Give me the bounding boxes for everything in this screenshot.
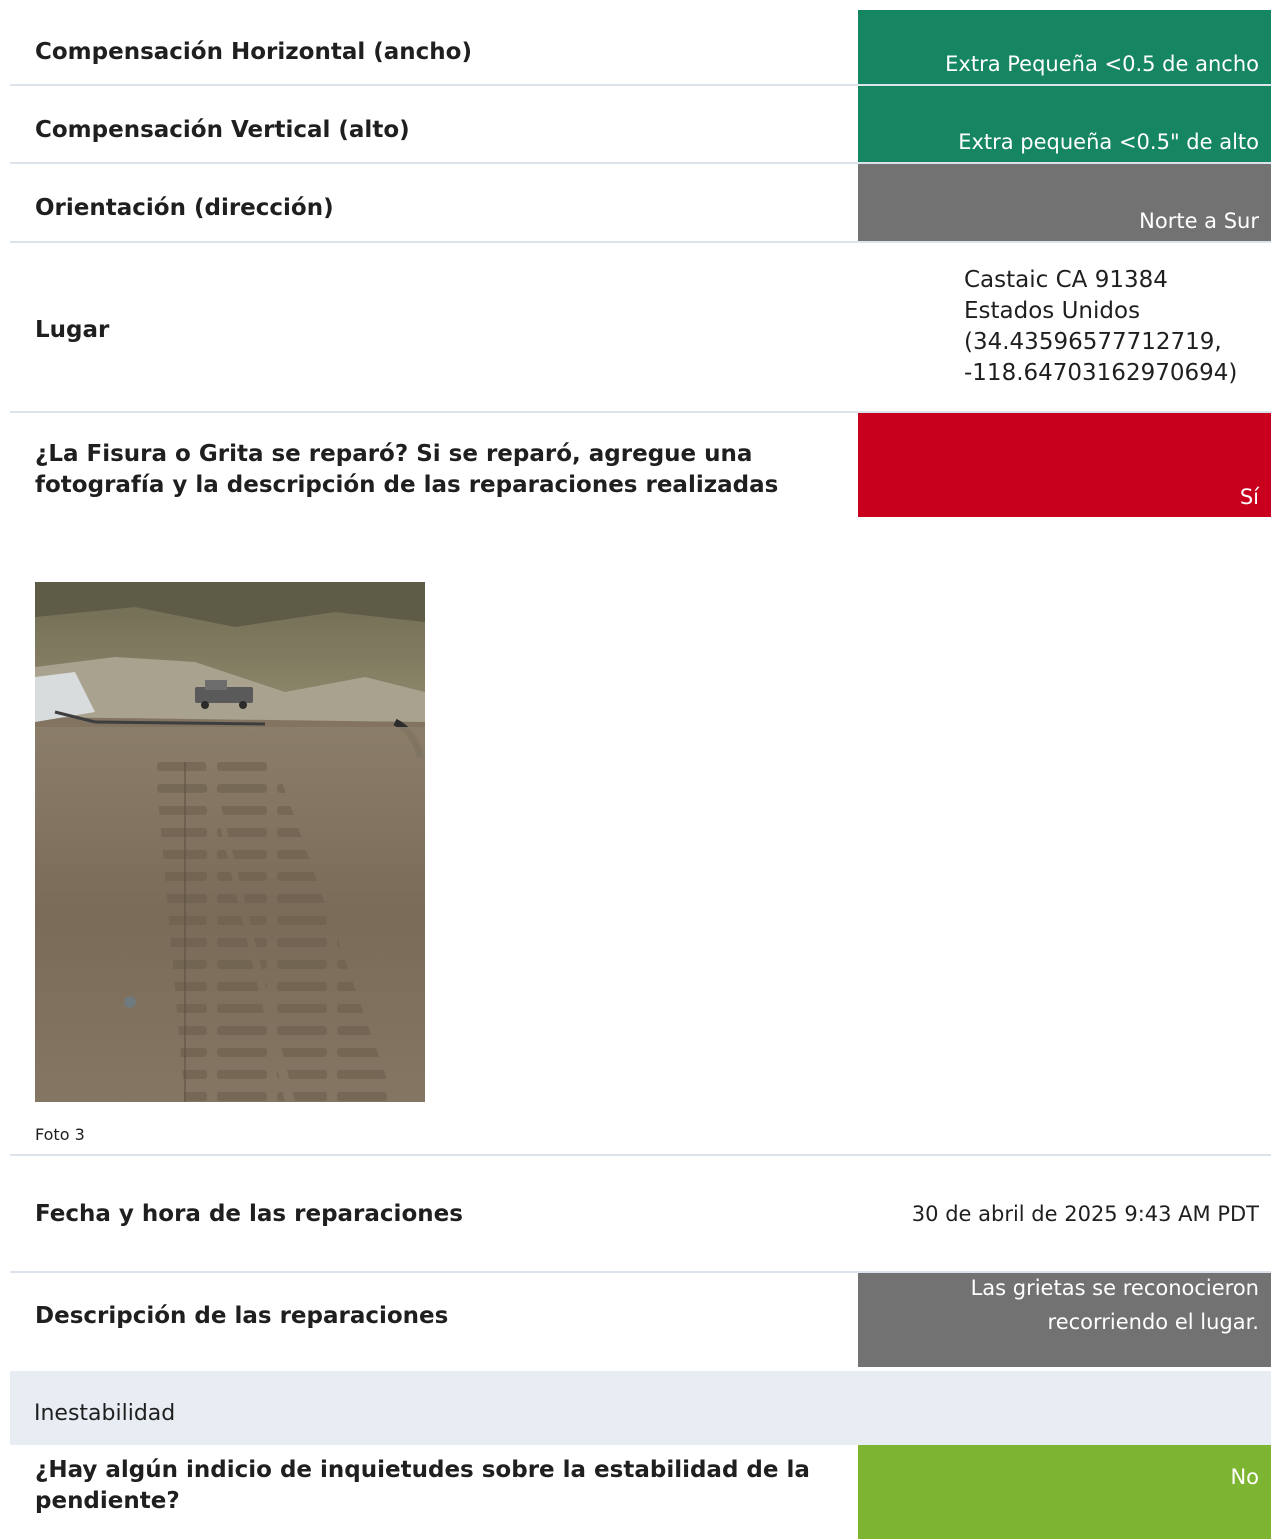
repaired-label-line2: fotografía y la descripción de las repar… [35, 472, 779, 498]
repair-photo[interactable] [35, 582, 425, 1102]
section-title: Inestabilidad [34, 1401, 176, 1426]
row-orientation: Orientación (dirección) Norte a Sur [10, 164, 1271, 243]
row-vertical-offset: Compensación Vertical (alto) Extra peque… [10, 86, 1271, 164]
location-latitude: (34.43596577712719, [964, 329, 1222, 355]
horizontal-offset-value-box: Extra Pequeña <0.5 de ancho [858, 10, 1271, 84]
stability-value: No [1230, 1465, 1259, 1489]
location-city: Castaic CA 91384 [964, 267, 1168, 293]
repaired-value-box: Sí [858, 413, 1271, 517]
horizontal-offset-label: Compensación Horizontal (ancho) [35, 39, 472, 65]
row-repair-date: Fecha y hora de las reparaciones 30 de a… [10, 1156, 1271, 1273]
horizontal-offset-value: Extra Pequeña <0.5 de ancho [945, 52, 1259, 76]
row-horizontal-offset: Compensación Horizontal (ancho) Extra Pe… [10, 0, 1271, 86]
location-country: Estados Unidos [964, 298, 1141, 324]
section-header-instability: Inestabilidad [10, 1371, 1271, 1445]
repaired-label-line1: ¿La Fisura o Grita se reparó? Si se repa… [35, 441, 753, 467]
location-longitude: -118.64703162970694) [964, 360, 1238, 386]
vertical-offset-value-box: Extra pequeña <0.5" de alto [858, 86, 1271, 162]
repair-description-value-box: Las grietas se reconocieron recorriendo … [858, 1273, 1271, 1367]
repair-description-value: Las grietas se reconocieron recorriendo … [971, 1271, 1259, 1339]
repair-description-line1: Las grietas se reconocieron [970, 1276, 1259, 1300]
row-repaired: ¿La Fisura o Grita se reparó? Si se repa… [10, 413, 1271, 517]
repaired-label: ¿La Fisura o Grita se reparó? Si se repa… [35, 439, 778, 501]
row-location: Lugar Castaic CA 91384 Estados Unidos (3… [10, 243, 1271, 413]
repair-date-label: Fecha y hora de las reparaciones [35, 1201, 463, 1227]
orientation-value-box: Norte a Sur [858, 164, 1271, 241]
orientation-label: Orientación (dirección) [35, 195, 334, 221]
vertical-offset-label: Compensación Vertical (alto) [35, 117, 410, 143]
photo-caption: Foto 3 [35, 1125, 85, 1144]
repair-date-value: 30 de abril de 2025 9:43 AM PDT [911, 1202, 1259, 1226]
vertical-offset-value: Extra pequeña <0.5" de alto [958, 130, 1259, 154]
repaired-value: Sí [1239, 485, 1259, 509]
stability-label-line1: ¿Hay algún indicio de inquietudes sobre … [35, 1457, 810, 1483]
row-stability: ¿Hay algún indicio de inquietudes sobre … [10, 1445, 1271, 1539]
stability-value-box: No [858, 1445, 1271, 1539]
stability-label-line2: pendiente? [35, 1488, 180, 1514]
location-label: Lugar [35, 317, 110, 343]
row-repair-description: Descripción de las reparaciones Las grie… [10, 1273, 1271, 1371]
orientation-value: Norte a Sur [1139, 209, 1259, 233]
repair-description-label: Descripción de las reparaciones [35, 1303, 449, 1329]
location-value: Castaic CA 91384 Estados Unidos (34.4359… [964, 265, 1237, 389]
stability-label: ¿Hay algún indicio de inquietudes sobre … [35, 1455, 810, 1517]
repair-description-line2: recorriendo el lugar. [1047, 1310, 1259, 1334]
